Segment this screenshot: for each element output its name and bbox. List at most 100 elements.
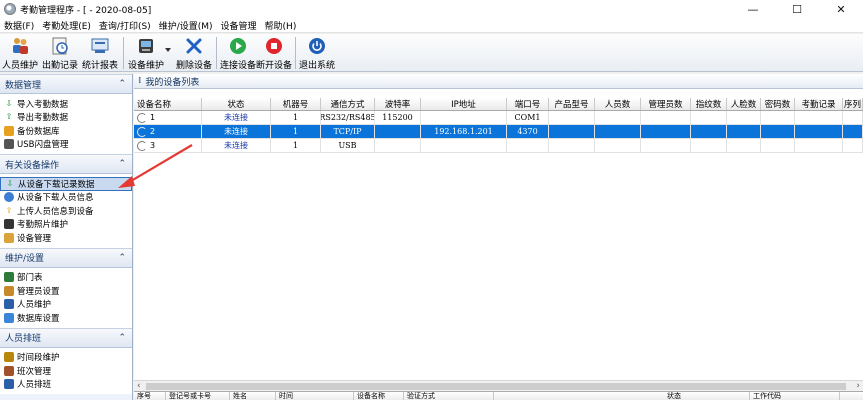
sidebar-item-time-slots[interactable]: 时间段维护: [0, 351, 132, 365]
delete-device-button[interactable]: 删除设备: [175, 34, 213, 72]
log-column-header[interactable]: 工作代码: [750, 392, 840, 400]
column-header-passwords[interactable]: 密码数: [761, 98, 795, 110]
panel-title-bar: ⁞ 我的设备列表: [134, 74, 863, 89]
table-row[interactable]: 2 未连接 1 TCP/IP 192.168.1.201 4370: [134, 125, 863, 139]
toolbar-separator: [295, 37, 296, 69]
disconnect-device-button[interactable]: 断开设备: [256, 34, 292, 72]
column-header-comm[interactable]: 通信方式: [321, 98, 375, 110]
sync-icon: [137, 126, 147, 137]
clock-icon: [50, 36, 70, 56]
column-header-machine[interactable]: 机器号: [271, 98, 321, 110]
menu-data[interactable]: 数据(F): [0, 19, 38, 32]
horizontal-scrollbar[interactable]: ‹ ›: [134, 380, 863, 391]
group-header-device[interactable]: 有关设备操作 ⌃: [0, 154, 132, 174]
column-header-name[interactable]: 设备名称: [134, 98, 202, 110]
toolbar-separator: [123, 37, 124, 69]
log-column-header[interactable]: 姓名: [230, 392, 276, 400]
device-maintain-button[interactable]: 设备维护: [127, 34, 165, 72]
import-icon: ⇩: [5, 98, 13, 108]
export-icon: ⇧: [5, 112, 13, 122]
sidebar-item-upload-users[interactable]: ⇧ 上传人员信息到设备: [0, 204, 132, 218]
group-header-data[interactable]: 数据管理 ⌃: [0, 74, 132, 94]
group-body-schedule: 时间段维护 班次管理 人员排班: [0, 347, 132, 394]
collapse-icon[interactable]: ⌃: [118, 159, 126, 169]
group-body-device: ⇩ 从设备下载记录数据 从设备下载人员信息 ⇧ 上传人员信息到设备 考勤照片维护 设…: [0, 174, 132, 248]
shift-icon: [4, 365, 14, 376]
scroll-right-icon[interactable]: ›: [856, 381, 860, 391]
chevron-down-icon[interactable]: [165, 48, 171, 52]
download-icon: ⇩: [6, 178, 14, 188]
sync-icon: [137, 112, 147, 123]
column-header-ip[interactable]: IP地址: [421, 98, 507, 110]
menu-device[interactable]: 设备管理: [217, 19, 261, 32]
exit-button[interactable]: 退出系统: [299, 34, 335, 72]
column-header-status[interactable]: 状态: [202, 98, 271, 110]
app-icon: [4, 3, 16, 15]
sidebar-item-scheduling[interactable]: 人员排班: [0, 378, 132, 392]
collapse-icon[interactable]: ⌃: [118, 333, 126, 343]
play-icon: [228, 36, 248, 56]
photo-icon: [4, 219, 14, 230]
log-column-header[interactable]: 序号: [134, 392, 166, 400]
sidebar-item-photos[interactable]: 考勤照片维护: [0, 218, 132, 232]
sidebar-item-download-users[interactable]: 从设备下载人员信息: [0, 191, 132, 205]
connect-device-button[interactable]: 连接设备: [220, 34, 256, 72]
column-header-port[interactable]: 端口号: [507, 98, 549, 110]
minimize-button[interactable]: —: [731, 0, 775, 18]
column-header-fingerprints[interactable]: 指纹数: [691, 98, 727, 110]
column-header-users[interactable]: 人员数: [595, 98, 641, 110]
column-header-model[interactable]: 产品型号: [549, 98, 595, 110]
panel-title: 我的设备列表: [145, 77, 200, 88]
log-column-header[interactable]: 验证方式: [404, 392, 494, 400]
column-header-faces[interactable]: 人脸数: [727, 98, 761, 110]
scroll-thumb[interactable]: [146, 383, 846, 390]
sidebar-item-persons[interactable]: 人员维护: [0, 298, 132, 312]
status-cell: 未连接: [202, 125, 271, 138]
sidebar-item-usb[interactable]: USB闪盘管理: [0, 138, 132, 152]
table-row[interactable]: 3 未连接 1 USB: [134, 139, 863, 153]
column-header-records[interactable]: 考勤记录: [795, 98, 843, 110]
close-button[interactable]: ✕: [819, 0, 863, 18]
menu-maintain[interactable]: 维护/设置(M): [155, 19, 217, 32]
menu-attendance[interactable]: 考勤处理(E): [38, 19, 95, 32]
device-grid: 设备名称 状态 机器号 通信方式 波特率 IP地址 端口号 产品型号 人员数 管…: [134, 98, 863, 380]
collapse-icon[interactable]: ⌃: [118, 253, 126, 263]
attendance-record-button[interactable]: 出勤记录: [40, 34, 80, 72]
log-column-header[interactable]: 时间: [276, 392, 354, 400]
sidebar: 数据管理 ⌃ ⇩ 导入考勤数据 ⇧ 导出考勤数据 备份数据库 USB闪盘管理 有关设…: [0, 74, 133, 400]
stop-icon: [264, 36, 284, 56]
maximize-button[interactable]: ☐: [775, 0, 819, 18]
sidebar-item-import[interactable]: ⇩ 导入考勤数据: [0, 97, 132, 111]
column-header-baud[interactable]: 波特率: [375, 98, 421, 110]
database-icon: [4, 312, 14, 323]
grip-icon: ⁞: [138, 76, 142, 86]
sidebar-item-db-settings[interactable]: 数据库设置: [0, 311, 132, 325]
power-icon: [307, 36, 327, 56]
sidebar-item-download-records[interactable]: ⇩ 从设备下载记录数据: [0, 177, 132, 191]
statistics-button[interactable]: 统计报表: [80, 34, 120, 72]
sidebar-item-shifts[interactable]: 班次管理: [0, 364, 132, 378]
scroll-left-icon[interactable]: ‹: [137, 381, 141, 391]
group-header-schedule[interactable]: 人员排班 ⌃: [0, 327, 132, 348]
sidebar-item-admin[interactable]: 管理员设置: [0, 284, 132, 298]
status-cell: 未连接: [202, 139, 271, 152]
sidebar-item-backup[interactable]: 备份数据库: [0, 124, 132, 138]
column-header-admins[interactable]: 管理员数: [641, 98, 691, 110]
person-maintain-button[interactable]: 人员维护: [0, 34, 40, 72]
department-icon: [4, 272, 14, 283]
schedule-icon: [4, 379, 14, 390]
collapse-icon[interactable]: ⌃: [118, 79, 126, 89]
log-column-header[interactable]: 登记号或卡号: [166, 392, 230, 400]
column-header-serial[interactable]: 序列: [843, 98, 863, 110]
table-row[interactable]: 1 未连接 1 RS232/RS485 115200 COM1: [134, 111, 863, 125]
group-header-maintain[interactable]: 维护/设置 ⌃: [0, 247, 132, 268]
menu-help[interactable]: 帮助(H): [261, 19, 301, 32]
sync-icon: [137, 140, 147, 151]
log-column-header[interactable]: 状态: [664, 392, 750, 400]
usb-icon: [4, 139, 14, 150]
log-column-header[interactable]: 设备名称: [354, 392, 404, 400]
sidebar-item-departments[interactable]: 部门表: [0, 271, 132, 285]
sidebar-item-device-manage[interactable]: 设备管理: [0, 231, 132, 245]
menu-query-print[interactable]: 查询/打印(S): [95, 19, 155, 32]
sidebar-item-export[interactable]: ⇧ 导出考勤数据: [0, 111, 132, 125]
